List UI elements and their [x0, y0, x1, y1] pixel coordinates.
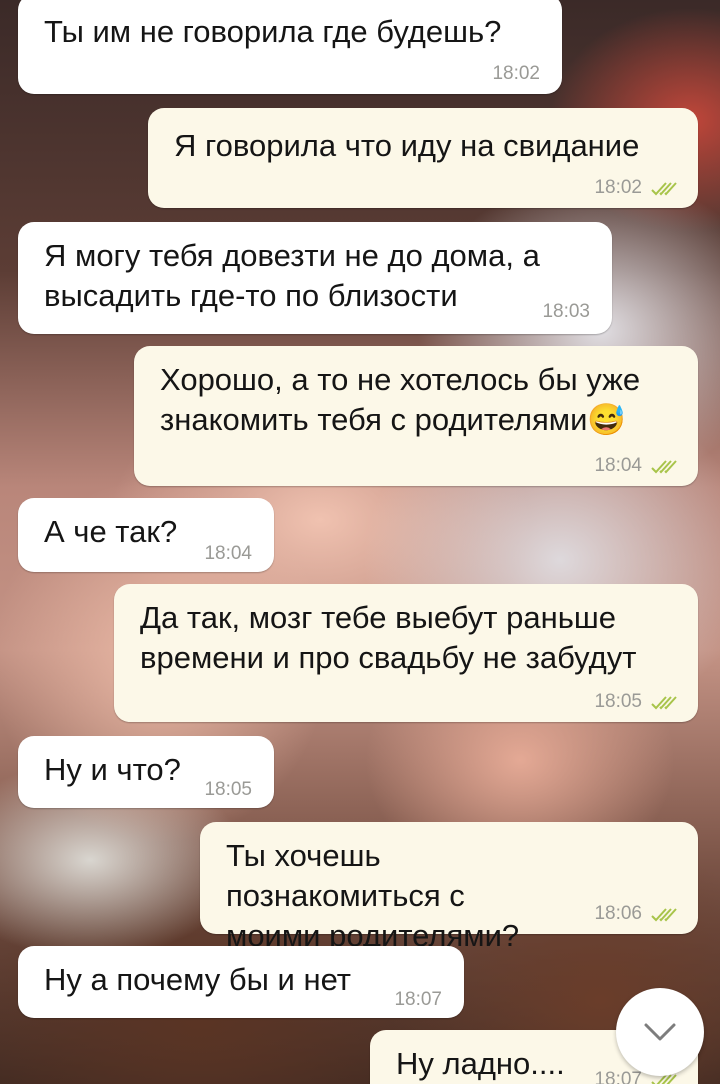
- message-meta: 18:02: [492, 64, 540, 84]
- message-bubble-incoming[interactable]: Ну и что? 18:05: [18, 736, 274, 808]
- message-time: 18:04: [594, 455, 642, 476]
- message-meta: 18:03: [542, 302, 590, 322]
- message-text: Я могу тебя довезти не до дома, а высади…: [44, 238, 540, 313]
- message-meta: 18:05: [204, 780, 252, 800]
- message-meta: 18:04: [594, 456, 680, 476]
- read-checks-icon: [651, 182, 677, 196]
- scroll-to-bottom-button[interactable]: [616, 988, 704, 1076]
- message-time: 18:02: [492, 63, 540, 84]
- message-text: Ну а почему бы и нет: [44, 962, 351, 997]
- message-bubble-incoming[interactable]: Я могу тебя довезти не до дома, а высади…: [18, 222, 612, 334]
- message-bubble-incoming[interactable]: Ну а почему бы и нет 18:07: [18, 946, 464, 1018]
- message-text: Я говорила что иду на свидание: [174, 128, 640, 163]
- message-time: 18:07: [594, 1069, 642, 1084]
- message-bubble-outgoing[interactable]: Да так, мозг тебе выебут раньше времени …: [114, 584, 698, 722]
- message-time: 18:06: [594, 903, 642, 924]
- message-bubble-outgoing[interactable]: Ты хочешь познакомиться с моими родителя…: [200, 822, 698, 953]
- message-meta: 18:07: [394, 990, 442, 1010]
- message-meta: 18:02: [594, 178, 680, 198]
- message-time: 18:04: [204, 543, 252, 564]
- message-time: 18:05: [204, 779, 252, 800]
- read-checks-icon: [651, 908, 677, 922]
- message-bubble-incoming[interactable]: Ты им не говорила где будешь? 18:02: [18, 0, 562, 94]
- message-text: Хорошо, а то не хотелось бы уже знакомит…: [160, 362, 641, 437]
- message-time: 18:05: [594, 691, 642, 712]
- message-meta: 18:05: [594, 692, 680, 712]
- message-text: Ты им не говорила где будешь?: [44, 14, 502, 49]
- read-checks-icon: [651, 460, 677, 474]
- read-checks-icon: [651, 696, 677, 710]
- message-time: 18:07: [394, 989, 442, 1010]
- message-time: 18:02: [594, 177, 642, 198]
- message-bubble-outgoing[interactable]: Хорошо, а то не хотелось бы уже знакомит…: [134, 346, 698, 486]
- chevron-down-icon: [644, 1023, 676, 1041]
- message-text: Да так, мозг тебе выебут раньше времени …: [140, 600, 637, 675]
- message-meta: 18:06: [594, 904, 680, 924]
- message-text: Ты хочешь познакомиться с моими родителя…: [226, 838, 520, 953]
- message-bubble-incoming[interactable]: А че так? 18:04: [18, 498, 274, 572]
- message-time: 18:03: [542, 301, 590, 322]
- message-meta: 18:04: [204, 544, 252, 564]
- message-bubble-outgoing[interactable]: Я говорила что иду на свидание 18:02: [148, 108, 698, 208]
